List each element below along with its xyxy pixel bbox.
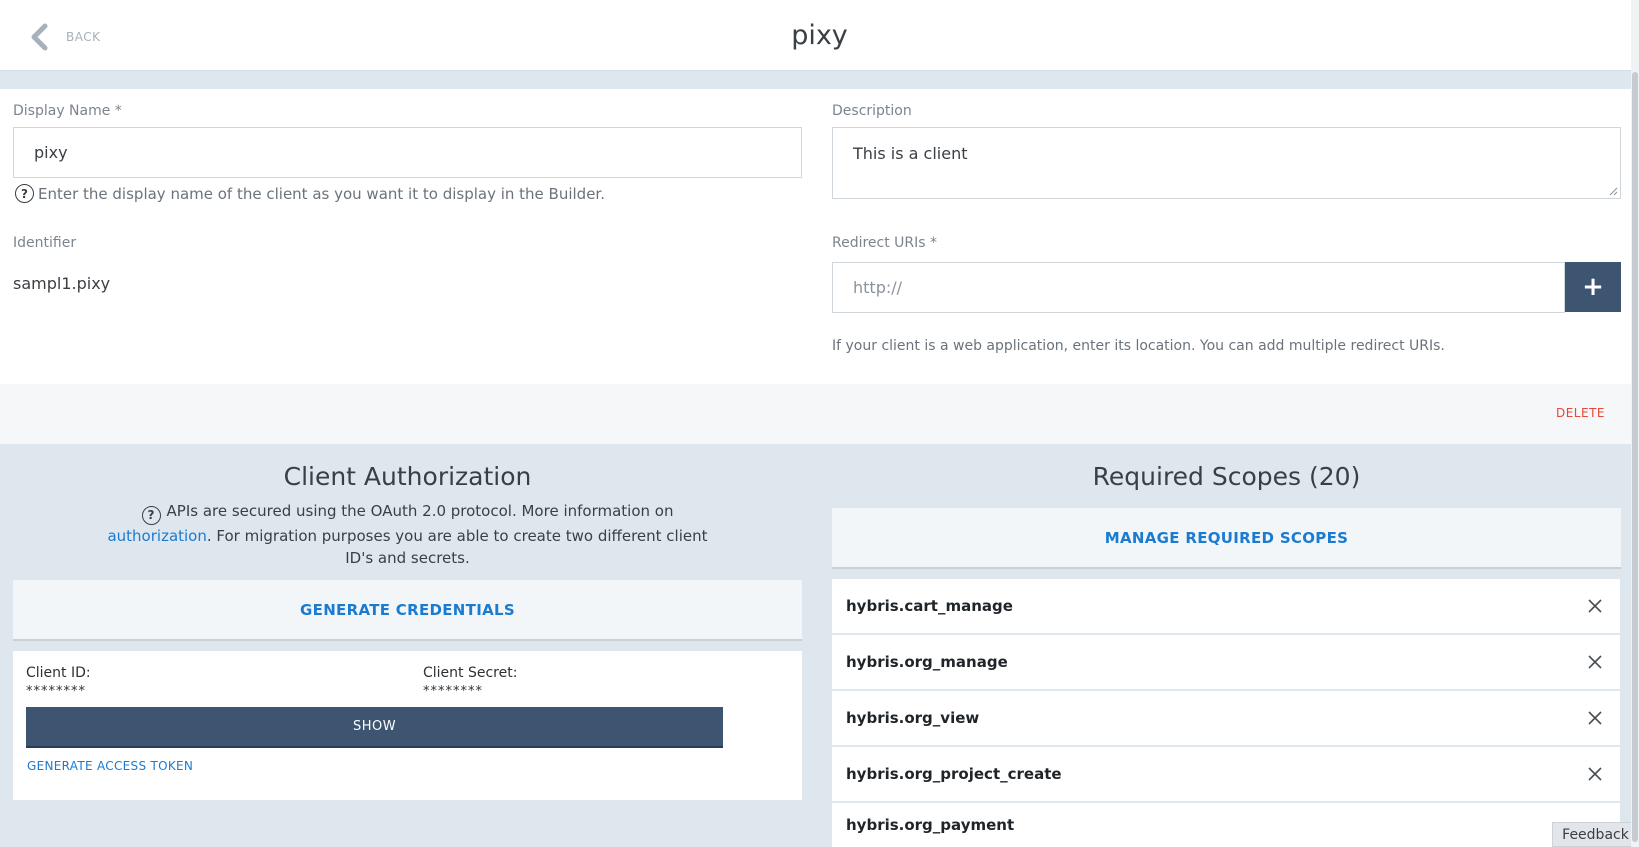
manage-required-scopes-button[interactable]: MANAGE REQUIRED SCOPES — [832, 508, 1621, 569]
display-name-help-text: Enter the display name of the client as … — [38, 184, 605, 203]
identifier-label: Identifier — [13, 235, 77, 251]
identifier-value: sampl1.pixy — [13, 274, 111, 293]
scope-name: hybris.org_manage — [846, 653, 1008, 671]
scope-row: hybris.org_view — [832, 691, 1620, 746]
redirect-uris-label: Redirect URIs * — [832, 235, 938, 251]
page-title: pixy — [791, 20, 848, 51]
generate-access-token-link[interactable]: GENERATE ACCESS TOKEN — [27, 759, 193, 773]
close-icon[interactable] — [1586, 709, 1604, 727]
resize-grip-icon[interactable] — [1608, 186, 1618, 196]
feedback-button[interactable]: Feedback — [1552, 822, 1639, 847]
redirect-uris-help: If your client is a web application, ent… — [832, 338, 1445, 354]
danger-zone: DELETE — [0, 384, 1639, 444]
redirect-uri-input[interactable]: http:// — [832, 262, 1565, 313]
help-icon: ? — [141, 505, 161, 525]
auth-desc-text-2: . For migration purposes you are able to… — [206, 526, 708, 567]
client-details-form: Display Name * pixy ? Enter the display … — [0, 89, 1639, 384]
top-header: BACK pixy — [0, 0, 1639, 71]
help-icon: ? — [15, 184, 34, 203]
scope-name: hybris.org_view — [846, 709, 980, 727]
client-id-value: ******** — [26, 684, 86, 699]
client-secret-value: ******** — [423, 684, 483, 699]
show-credentials-button[interactable]: SHOW — [26, 707, 723, 748]
client-authorization-title: Client Authorization — [283, 462, 532, 491]
client-secret-label: Client Secret: — [423, 665, 518, 681]
delete-client-button[interactable]: DELETE — [1556, 406, 1605, 420]
page-scrollbar[interactable] — [1631, 0, 1639, 847]
scope-row: hybris.org_payment — [832, 803, 1620, 847]
scope-row: hybris.org_manage — [832, 635, 1620, 690]
scope-name: hybris.org_payment — [846, 816, 1015, 834]
authorization-link[interactable]: authorization — [107, 527, 206, 545]
client-authorization-description: ? APIs are secured using the OAuth 2.0 pr… — [100, 500, 715, 569]
close-icon[interactable] — [1586, 765, 1604, 783]
scrollbar-thumb[interactable] — [1632, 72, 1638, 842]
auth-desc-text-1: APIs are secured using the OAuth 2.0 pro… — [166, 502, 674, 520]
credentials-card: Client ID: ******** Client Secret: *****… — [13, 651, 802, 800]
description-value: This is a client — [853, 144, 968, 163]
add-redirect-uri-button[interactable]: + — [1565, 262, 1621, 312]
display-name-help: ? Enter the display name of the client a… — [15, 184, 605, 203]
close-icon[interactable] — [1586, 597, 1604, 615]
scope-name: hybris.org_project_create — [846, 765, 1062, 783]
display-name-label: Display Name * — [13, 103, 122, 119]
scope-name: hybris.cart_manage — [846, 597, 1013, 615]
display-name-input[interactable]: pixy — [13, 127, 802, 178]
required-scopes-title: Required Scopes (20) — [1092, 462, 1361, 491]
description-label: Description — [832, 103, 912, 119]
description-textarea[interactable]: This is a client — [832, 127, 1621, 199]
client-id-label: Client ID: — [26, 665, 91, 681]
close-icon[interactable] — [1586, 653, 1604, 671]
scope-row: hybris.org_project_create — [832, 747, 1620, 802]
scope-row: hybris.cart_manage — [832, 579, 1620, 634]
generate-credentials-button[interactable]: GENERATE CREDENTIALS — [13, 580, 802, 641]
